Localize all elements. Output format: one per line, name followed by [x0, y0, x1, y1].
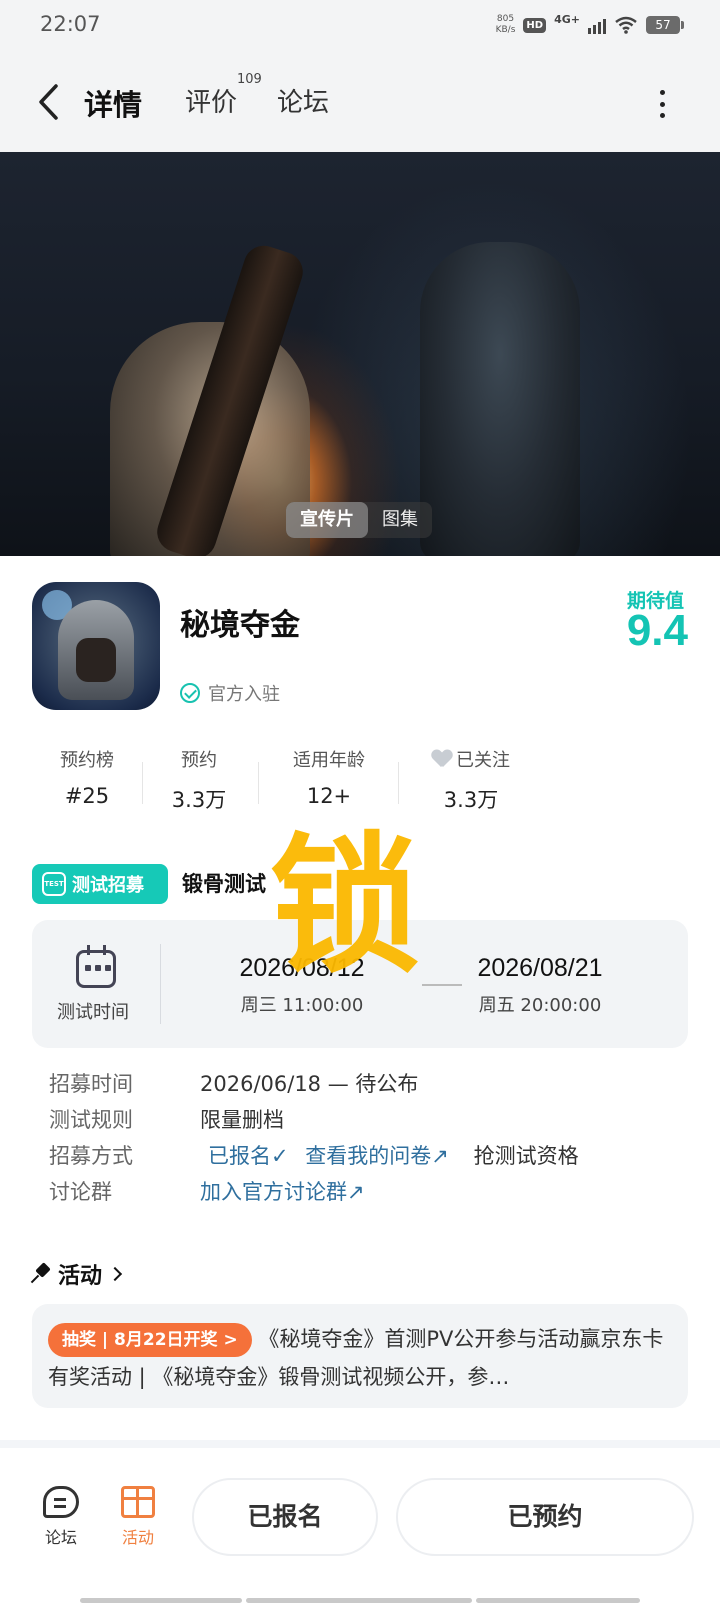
- test-rule-label: 测试规则: [49, 1108, 133, 1132]
- tab-gallery[interactable]: 图集: [368, 502, 432, 538]
- stat-follow[interactable]: 已关注 3.3万: [416, 746, 526, 814]
- status-icons: 805 KB/s HD 4G+ 57: [495, 12, 684, 36]
- review-count: 109: [237, 72, 262, 87]
- stat-age: 适用年龄 12+: [293, 750, 365, 808]
- test-end: 2026/08/21 周五 20:00:00: [477, 954, 603, 1016]
- calendar-icon: [76, 945, 116, 988]
- bottom-action-bar: 论坛 活动 已报名 已预约: [0, 1448, 720, 1605]
- expect-value: 9.4: [626, 606, 688, 655]
- lottery-pill[interactable]: 抽奖 | 8月22日开奖 >: [48, 1323, 252, 1357]
- status-time: 22:07: [40, 12, 101, 36]
- stat-rank[interactable]: 预约榜 #25: [32, 746, 142, 808]
- promo-banner[interactable]: 宣传片 图集: [0, 152, 720, 556]
- status-bar: 22:07 805 KB/s HD 4G+ 57: [0, 0, 720, 54]
- bottom-activity-button[interactable]: 活动: [108, 1486, 168, 1548]
- test-name: 锻骨测试: [182, 872, 266, 896]
- reserved-button[interactable]: 已预约: [396, 1478, 694, 1556]
- tab-detail[interactable]: 详情: [80, 82, 147, 124]
- heart-icon: [432, 750, 452, 768]
- activity-header[interactable]: 活动: [32, 1258, 123, 1290]
- recruit-method-label: 招募方式: [49, 1144, 133, 1168]
- stat-reserve: 预约 3.3万: [171, 750, 227, 812]
- stat-divider: [142, 762, 143, 804]
- bottom-forum-button[interactable]: 论坛: [31, 1486, 91, 1548]
- chevron-right-icon: [107, 1266, 123, 1282]
- wifi-icon: [615, 16, 637, 34]
- tab-review[interactable]: 评价 109: [185, 72, 262, 119]
- tab-promo-video[interactable]: 宣传片: [286, 502, 368, 538]
- battery-icon: 57: [646, 16, 684, 34]
- recruit-method-values: 已报名✓ 查看我的问卷↗ 抢测试资格: [208, 1140, 579, 1170]
- nav-indicator: [476, 1598, 640, 1603]
- view-survey-link[interactable]: 查看我的问卷↗: [305, 1144, 449, 1168]
- discussion-group-label: 讨论群: [49, 1180, 112, 1204]
- gift-icon: [121, 1486, 155, 1518]
- activity-card[interactable]: 抽奖 | 8月22日开奖 > 《秘境夺金》首测PV公开参与活动赢京东卡 有奖活动…: [32, 1304, 688, 1408]
- signal-icon: [588, 16, 606, 34]
- test-start: 2026/08/12 周三 11:00:00: [239, 954, 365, 1016]
- verified-check-icon: [180, 683, 200, 703]
- official-badge: 官方入驻: [180, 680, 280, 706]
- stat-divider: [258, 762, 259, 804]
- nav-indicator: [80, 1598, 242, 1603]
- signed-up-button[interactable]: 已报名: [192, 1478, 378, 1556]
- recruit-time-label: 招募时间: [49, 1072, 133, 1096]
- test-time-label: 测试时间: [57, 1002, 129, 1023]
- tab-forum[interactable]: 论坛: [277, 82, 329, 119]
- test-recruit-badge: TEST 测试招募: [32, 864, 168, 904]
- game-icon: [32, 582, 160, 710]
- net-speed: 805 KB/s: [495, 14, 516, 35]
- more-icon[interactable]: [658, 90, 666, 118]
- nav-bar: 详情 评价 109 论坛: [0, 54, 720, 152]
- banner-figure-right: [420, 242, 580, 556]
- test-icon: TEST: [42, 872, 66, 896]
- nav-indicator: [246, 1598, 472, 1603]
- card-divider: [160, 944, 161, 1024]
- network-type: 4G+: [554, 12, 580, 26]
- test-rule-value: 限量删档: [200, 1108, 284, 1132]
- media-switch: 宣传片 图集: [286, 502, 432, 538]
- recruit-time-value: 2026/06/18 — 待公布: [200, 1072, 419, 1096]
- join-group-link[interactable]: 加入官方讨论群↗: [200, 1176, 365, 1206]
- signed-up-link[interactable]: 已报名✓: [208, 1144, 289, 1168]
- stats-row: 预约榜 #25 预约 3.3万 适用年龄 12+ 已关注 3.3万: [32, 746, 552, 816]
- chat-icon: [43, 1486, 79, 1518]
- game-title: 秘境夺金: [180, 608, 300, 643]
- test-time-card: 测试时间 2026/08/12 周三 11:00:00 2026/08/21 周…: [32, 920, 688, 1048]
- bottom-divider: [0, 1440, 720, 1448]
- grab-qualification-link[interactable]: 抢测试资格: [474, 1144, 579, 1168]
- hd-icon: HD: [523, 17, 547, 33]
- stat-divider: [398, 762, 399, 804]
- back-arrow-icon[interactable]: [32, 80, 68, 124]
- pin-icon: [32, 1264, 52, 1284]
